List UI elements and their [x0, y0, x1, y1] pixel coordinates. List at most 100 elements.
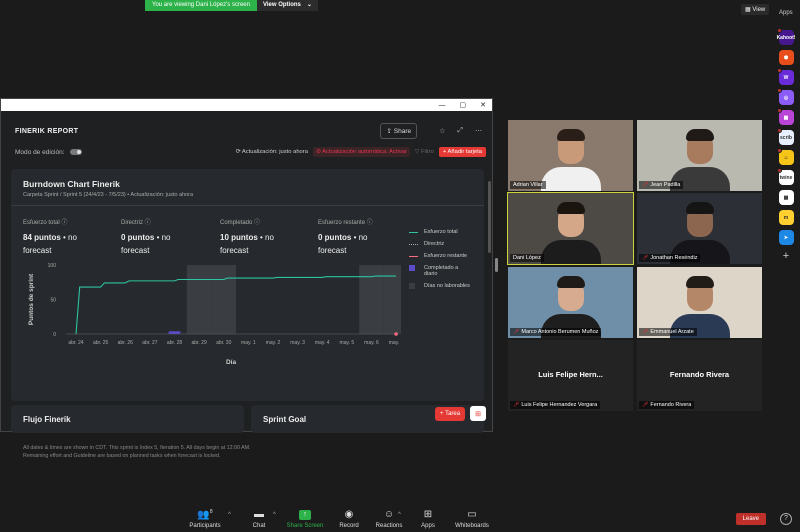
zoom-meeting-window: { "banner": { "viewing_text": "You are v…	[0, 0, 800, 532]
participant-tile[interactable]: Luis Felipe Hern... 🎤︎ Luis Felipe Hernand…	[508, 340, 633, 411]
notification-dot	[776, 148, 782, 153]
share-icon: ⇪	[386, 128, 392, 135]
person-hair	[685, 202, 714, 214]
legend-label: Esfuerzo restante	[424, 253, 468, 259]
close-icon[interactable]: ✕	[480, 101, 486, 109]
card-breadcrumb: Carpeta Sprint / Sprint 5 (24/4/23 - 7/5…	[23, 192, 194, 198]
x-tick-label: abr. 26	[118, 340, 134, 346]
view-label: View	[752, 7, 766, 13]
participants-button[interactable]: 👥8 Participants	[180, 509, 230, 529]
refresh-icon: ⟳	[235, 149, 241, 155]
participant-display-name: Fernando Rivera	[669, 370, 730, 379]
legend-label: Días no laborables	[424, 283, 470, 289]
participant-tile[interactable]: Dani López	[507, 192, 634, 265]
update-status[interactable]: ⟳ Actualización: justo ahora	[236, 149, 308, 155]
miro-icon[interactable]: m	[778, 210, 794, 225]
star-icon[interactable]: ☆	[439, 127, 445, 135]
add-card-label: Añadir tarjeta	[447, 149, 482, 155]
stat-completed: Completado ⓘ 10 puntos • no forecast	[220, 217, 310, 257]
kahoot-icon[interactable]: Kahoot!	[776, 28, 795, 45]
plus-icon: +	[442, 149, 447, 155]
participant-tile[interactable]: 🎤︎ Marco Antonio Berumen Muñoz	[508, 267, 633, 338]
wrike-icon[interactable]: ⬢	[778, 50, 794, 65]
lower-cards: Flujo Finerik Sprint Goal	[11, 405, 484, 433]
chart-footnote: All dates & times are shown in CDT. This…	[23, 444, 323, 460]
participant-tile[interactable]: Fernando Rivera 🎤︎ Fernando Rivera	[637, 340, 762, 411]
chat-icon: ▬	[254, 509, 264, 520]
help-icon[interactable]: ?	[780, 513, 792, 525]
notification-dot	[776, 28, 782, 33]
edit-mode-toggle[interactable]	[69, 149, 82, 155]
share-label: Share	[393, 128, 412, 135]
legend-swatch	[409, 232, 418, 233]
participant-tile[interactable]: 🎤︎ Jean Padilla	[637, 120, 762, 191]
legend-item: Completado a diario	[409, 265, 472, 277]
office-icon[interactable]: ▦	[778, 190, 794, 205]
share-screen-label: Share Screen	[286, 523, 324, 529]
muted-mic-icon: 🎤︎	[642, 255, 649, 261]
participant-name: Jean Padilla	[650, 182, 681, 188]
view-options-button[interactable]: View Options ⌄	[256, 0, 318, 11]
mentimeter-icon[interactable]: ◎	[776, 88, 794, 105]
filter-button[interactable]: ▽ Filtro	[415, 149, 434, 155]
smile-icon[interactable]: ☺	[776, 148, 794, 165]
footnote-line: All dates & times are shown in CDT. This…	[23, 445, 251, 451]
expand-icon[interactable]: ⤢	[457, 127, 463, 135]
participant-tile[interactable]: 🎤︎ Emmanuel Arzate	[637, 267, 762, 338]
twine-icon[interactable]: twine	[776, 168, 794, 185]
stat-label: Completado ⓘ	[220, 220, 261, 226]
resize-handle[interactable]	[495, 258, 498, 272]
scrollbar[interactable]	[488, 181, 491, 253]
scrib-icon[interactable]: scrib	[776, 128, 794, 145]
x-tick-label: may. 1	[241, 340, 256, 346]
report-header: FINERIK REPORT ⇪ Share ☆ ⤢ ⋯	[1, 119, 492, 143]
muted-mic-icon: 🎤︎	[513, 402, 520, 408]
legend-label: Directriz	[424, 241, 445, 247]
y-tick-label: 50	[50, 298, 56, 304]
notification-dot	[776, 68, 782, 73]
chevron-up-icon[interactable]: ^	[398, 512, 401, 518]
games-icon[interactable]: ▦	[776, 108, 794, 125]
share-screen-button[interactable]: ↑ Share Screen	[280, 510, 330, 529]
more-icon[interactable]: ⋯	[475, 127, 482, 135]
participant-name: Adrian Villar	[513, 182, 543, 188]
x-tick-label: abr. 30	[216, 340, 232, 346]
add-task-button[interactable]: + Tarea	[435, 407, 466, 421]
chevron-up-icon[interactable]: ^	[273, 512, 276, 518]
divider	[11, 205, 484, 206]
muted-mic-icon: 🎤︎	[642, 182, 649, 188]
non-working-day-band	[211, 265, 237, 334]
auto-update-button[interactable]: ⊘ Actualización automática: Activar	[312, 147, 410, 157]
person-hair	[685, 276, 714, 288]
chevron-up-icon[interactable]: ^	[228, 512, 231, 518]
legend-label: Esfuerzo total	[424, 229, 458, 235]
maximize-icon[interactable]: ▢	[460, 101, 467, 109]
whiteboard-icon: ▭	[467, 509, 477, 520]
stat-label: Directriz ⓘ	[121, 220, 151, 226]
x-axis-label: Día	[226, 359, 237, 366]
wordwall-icon[interactable]: W	[776, 68, 794, 85]
view-button[interactable]: ▦ View	[741, 4, 770, 15]
x-tick-label: may. 2	[266, 340, 281, 346]
participant-name-tag: Adrian Villar	[510, 181, 546, 189]
apps-grid-icon[interactable]: ⊞	[470, 406, 486, 421]
participant-name-tag: 🎤︎ Fernando Rivera	[639, 401, 695, 409]
whiteboards-button[interactable]: ▭ Whiteboards	[447, 509, 497, 529]
participant-name: Emmanuel Arzate	[650, 329, 694, 335]
edit-mode-label: Modo de edición:	[15, 148, 65, 156]
filter-icon: ▽	[414, 149, 420, 155]
leave-button[interactable]: Leave	[735, 513, 766, 525]
muted-mic-icon: 🎤︎	[642, 329, 649, 335]
add-app-icon[interactable]: +	[783, 250, 789, 262]
bolt-icon[interactable]: ➤	[778, 230, 794, 245]
minimize-icon[interactable]: —	[439, 102, 446, 109]
participant-name: Marco Antonio Berumen Muñoz	[521, 329, 599, 335]
add-card-button[interactable]: + Añadir tarjeta	[438, 147, 486, 157]
participant-tile[interactable]: Adrian Villar	[508, 120, 633, 191]
participant-name-tag: Dani López	[510, 254, 544, 262]
share-button[interactable]: ⇪ Share	[380, 123, 418, 139]
chat-button[interactable]: ▬ Chat	[234, 509, 284, 529]
person-hair	[556, 276, 585, 288]
apps-button[interactable]: ⊞ Apps	[403, 509, 453, 529]
participant-tile[interactable]: 🎤︎ Jonathan Reséndiz	[637, 193, 762, 264]
